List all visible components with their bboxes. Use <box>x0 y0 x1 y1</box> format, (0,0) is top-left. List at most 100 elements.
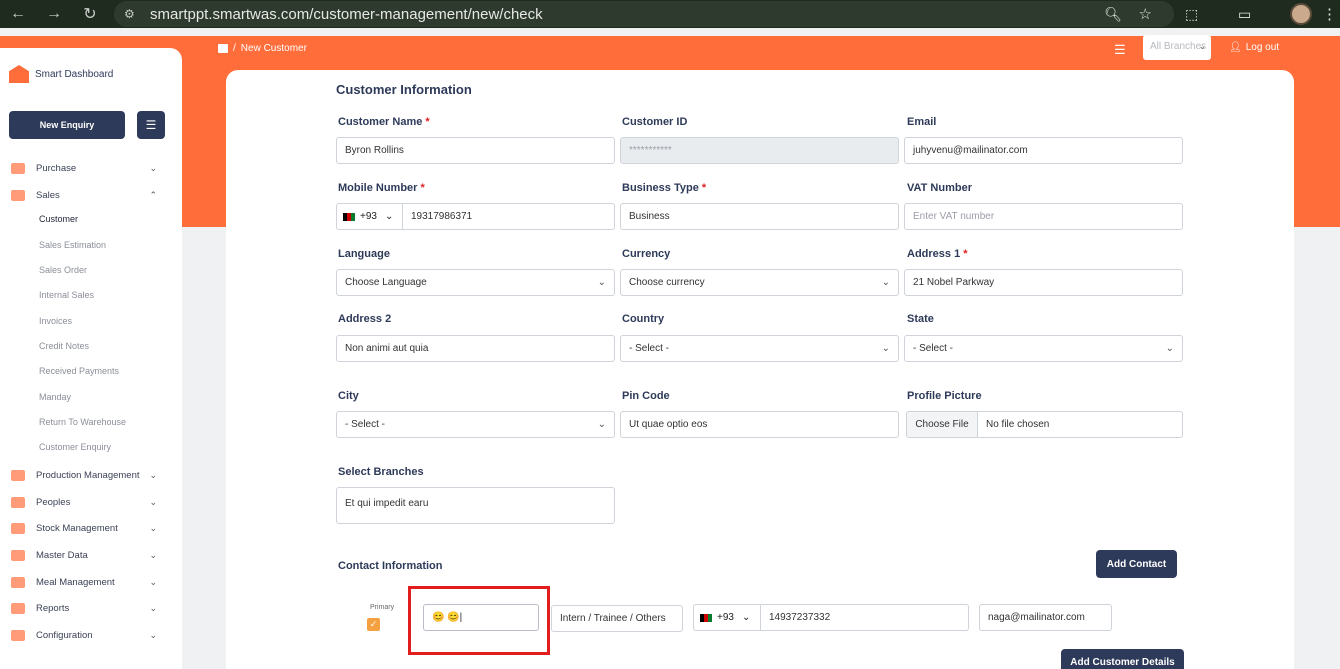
sidebar-subitem-credit-notes[interactable]: Credit Notes <box>39 341 89 351</box>
sidebar-item-meal-management[interactable]: Meal Management ⌄ <box>11 573 171 591</box>
country-select[interactable]: - Select - ⌄ <box>620 335 899 362</box>
sales-icon <box>11 189 25 201</box>
pin-code-label: Pin Code <box>622 390 670 402</box>
site-info-icon[interactable]: ⚙ <box>124 7 148 21</box>
branch-select[interactable]: All Branches ⌄ <box>1143 35 1211 60</box>
city-select[interactable]: - Select - ⌄ <box>336 411 615 438</box>
hamburger-icon[interactable]: ☰ <box>1114 42 1126 58</box>
sidebar-subitem-manday[interactable]: Manday <box>39 392 71 402</box>
bookmark-star-icon[interactable]: ☆ <box>1139 5 1152 23</box>
country-code-select[interactable]: +93 ⌄ <box>336 203 403 230</box>
contact-email-input[interactable]: naga@mailinator.com <box>979 604 1112 631</box>
mobile-number-label: Mobile Number * <box>338 182 425 194</box>
stock-icon <box>11 522 25 534</box>
chevron-down-icon: ⌄ <box>149 576 157 587</box>
pin-code-input[interactable]: Ut quae optio eos <box>620 411 899 438</box>
contact-role-input[interactable]: Intern / Trainee / Others <box>551 605 683 632</box>
reload-icon[interactable]: ↻ <box>72 4 108 24</box>
chevron-down-icon: ⌄ <box>1198 41 1206 51</box>
sidebar-subitem-internal-sales[interactable]: Internal Sales <box>39 290 94 300</box>
business-type-input[interactable]: Business <box>620 203 899 230</box>
config-icon <box>11 629 25 641</box>
choose-file-button[interactable]: Choose File <box>906 411 978 438</box>
chevron-up-icon: ⌃ <box>149 189 157 200</box>
profile-avatar[interactable] <box>1290 3 1312 25</box>
contact-country-code-select[interactable]: +93 ⌄ <box>693 604 761 631</box>
sidebar-item-reports[interactable]: Reports ⌄ <box>11 599 171 617</box>
profile-picture-label: Profile Picture <box>907 390 982 402</box>
sidebar-item-configuration[interactable]: Configuration ⌄ <box>11 626 171 644</box>
brand[interactable]: Smart Dashboard <box>9 65 113 83</box>
section-title: Customer Information <box>336 82 472 97</box>
sidebar-item-peoples[interactable]: Peoples ⌄ <box>11 493 171 511</box>
sidebar-subitem-sales-order[interactable]: Sales Order <box>39 265 87 275</box>
customer-id-input: *********** <box>620 137 899 164</box>
add-customer-details-button[interactable]: Add Customer Details <box>1061 649 1184 669</box>
sidebar-subitem-sales-estimation[interactable]: Sales Estimation <box>39 240 106 250</box>
breadcrumb-current: New Customer <box>240 43 307 54</box>
chevron-down-icon: ⌄ <box>881 277 890 288</box>
new-enquiry-button[interactable]: New Enquiry <box>9 111 125 139</box>
url-text: smartppt.smartwas.com/customer-managemen… <box>150 5 543 23</box>
sidebar-subitem-customer[interactable]: Customer <box>39 214 78 224</box>
state-select[interactable]: - Select - ⌄ <box>904 335 1183 362</box>
chevron-down-icon: ⌄ <box>1165 343 1174 354</box>
lens-icon[interactable]: ▭ <box>1238 6 1251 23</box>
browser-toolbar: ← → ↻ ⚙ smartppt.smartwas.com/customer-m… <box>0 0 1340 28</box>
database-icon <box>11 549 25 561</box>
file-status: No file chosen <box>978 411 1183 438</box>
back-icon[interactable]: ← <box>0 5 36 23</box>
address-bar[interactable]: ⚙ smartppt.smartwas.com/customer-managem… <box>114 1 1174 27</box>
sidebar-subitem-customer-enquiry[interactable]: Customer Enquiry <box>39 442 111 452</box>
chevron-down-icon: ⌄ <box>149 496 157 507</box>
email-label: Email <box>907 116 937 128</box>
primary-checkbox[interactable]: ✓ <box>367 618 380 631</box>
more-menu-icon[interactable]: ⋮ <box>1322 5 1337 23</box>
meal-icon <box>11 576 25 588</box>
email-input[interactable]: juhyvenu@mailinator.com <box>904 137 1183 164</box>
sidebar-subitem-return-to-warehouse[interactable]: Return To Warehouse <box>39 417 126 427</box>
customer-name-label: Customer Name * <box>338 116 430 128</box>
city-label: City <box>338 390 359 402</box>
afghanistan-flag-icon <box>343 212 355 221</box>
sidebar-subitem-invoices[interactable]: Invoices <box>39 316 72 326</box>
add-contact-button[interactable]: Add Contact <box>1096 550 1177 578</box>
address2-label: Address 2 <box>338 313 392 325</box>
customer-name-input[interactable]: Byron Rollins <box>336 137 615 164</box>
contact-phone-input[interactable]: 14937237332 <box>760 604 969 631</box>
sidebar-item-purchase[interactable]: Purchase ⌄ <box>11 159 171 177</box>
chevron-down-icon: ⌄ <box>741 612 751 623</box>
zoom-icon[interactable]: 🔍︎ <box>1104 6 1122 23</box>
chevron-down-icon: ⌄ <box>597 419 606 430</box>
sidebar-item-production-management[interactable]: Production Management ⌄ <box>11 466 171 484</box>
factory-icon <box>11 469 25 481</box>
sidebar-item-stock-management[interactable]: Stock Management ⌄ <box>11 519 171 537</box>
language-select[interactable]: Choose Language ⌄ <box>336 269 615 296</box>
sidebar-subitem-received-payments[interactable]: Received Payments <box>39 366 119 376</box>
sidebar-item-master-data[interactable]: Master Data ⌄ <box>11 546 171 564</box>
forward-icon[interactable]: → <box>36 5 72 23</box>
language-label: Language <box>338 248 390 260</box>
chevron-down-icon: ⌄ <box>384 211 394 222</box>
extensions-icon[interactable]: ⬚ <box>1185 6 1198 23</box>
primary-label: Primary <box>370 604 395 611</box>
select-branches-label: Select Branches <box>338 466 424 478</box>
chevron-down-icon: ⌄ <box>149 602 157 613</box>
vat-number-label: VAT Number <box>907 182 972 194</box>
chevron-down-icon: ⌄ <box>149 162 157 173</box>
logout-link[interactable]: 👤︎ Log out <box>1229 42 1279 53</box>
address1-input[interactable]: 21 Nobel Parkway <box>904 269 1183 296</box>
currency-select[interactable]: Choose currency ⌄ <box>620 269 899 296</box>
store-logo-icon <box>9 65 29 83</box>
chevron-down-icon: ⌄ <box>149 629 157 640</box>
mobile-number-input[interactable]: 19317986371 <box>402 203 615 230</box>
select-branches-input[interactable]: Et qui impedit earu <box>336 487 615 524</box>
sidebar-item-sales[interactable]: Sales ⌃ <box>11 186 171 204</box>
address2-input[interactable]: Non animi aut quia <box>336 335 615 362</box>
menu-toggle-button[interactable]: ☰ <box>137 111 165 139</box>
vat-number-input[interactable]: Enter VAT number <box>904 203 1183 230</box>
chevron-down-icon: ⌄ <box>149 549 157 560</box>
cart-icon <box>11 162 25 174</box>
currency-label: Currency <box>622 248 671 260</box>
home-icon[interactable] <box>218 44 228 53</box>
